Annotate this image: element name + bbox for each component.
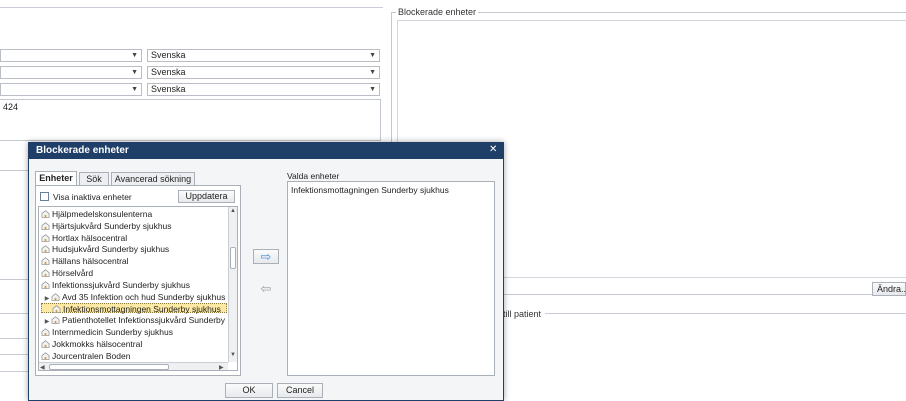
language-value: Svenska xyxy=(151,84,186,94)
blocked-units-dialog: Blockerade enheter ✕ Enheter Sök Avancer… xyxy=(28,142,504,401)
unit-icon xyxy=(51,292,60,301)
add-unit-button[interactable]: ⇨ xyxy=(253,249,279,264)
tab-enheter[interactable]: Enheter xyxy=(35,171,77,185)
patient-group-title: till patient xyxy=(501,309,544,319)
dialog-title: Blockerade enheter xyxy=(36,145,129,156)
chevron-down-icon: ▼ xyxy=(369,86,376,93)
patient-group-line-right xyxy=(545,313,906,314)
selected-units-label: Valda enheter xyxy=(287,171,340,181)
tree-item[interactable]: Internmedicin Sunderby sjukhus xyxy=(41,327,227,337)
arrow-right-icon: ⇨ xyxy=(260,249,272,264)
scroll-up-icon[interactable]: ▲ xyxy=(230,208,236,214)
tree-item-label: Internmedicin Sunderby sjukhus xyxy=(52,327,173,337)
expand-arrow-icon[interactable]: ▶ xyxy=(43,317,51,327)
unit-icon xyxy=(41,269,50,277)
scroll-left-icon[interactable]: ◀ xyxy=(40,364,45,370)
tree-item[interactable]: Hjälpmedelskonsulenterna xyxy=(41,209,227,219)
chevron-down-icon: ▼ xyxy=(131,69,138,76)
tree-item[interactable]: ▶ Avd 35 Infektion och hud Sunderby sjukh… xyxy=(41,292,229,302)
scroll-right-icon[interactable]: ▶ xyxy=(219,364,224,370)
tree-item-label: Avd 35 Infektion och hud Sunderby sjukhu… xyxy=(62,291,226,302)
tree-item-label: Hörselvård xyxy=(52,268,94,278)
tree-item-label: Jourcentralen Boden xyxy=(52,350,131,361)
left-combo-3[interactable]: ▼ xyxy=(0,83,142,96)
tree-item[interactable]: Jourcentralen Boden xyxy=(41,351,227,361)
language-combo-3[interactable]: Svenska ▼ xyxy=(147,83,380,96)
tree-item[interactable]: Infektionssjukvård Sunderby sjukhus xyxy=(41,280,227,290)
tree-item[interactable]: Hortlax hälsocentral xyxy=(41,233,227,243)
unit-icon xyxy=(51,316,60,325)
tree-item[interactable]: ▶ Patienthotellet Infektionssjukvård Sund… xyxy=(41,315,229,325)
refresh-button[interactable]: Uppdatera xyxy=(178,190,235,203)
language-combo-2[interactable]: Svenska ▼ xyxy=(147,66,380,79)
cancel-button[interactable]: Cancel xyxy=(277,383,323,398)
chevron-down-icon: ▼ xyxy=(131,52,138,59)
tree-item-label: Patienthotellet Infektionssjukvård Sunde… xyxy=(62,315,226,326)
left-combo-1[interactable]: ▼ xyxy=(0,49,142,62)
vertical-scroll-thumb[interactable] xyxy=(230,247,236,269)
selected-units-list[interactable]: Infektionsmottagningen Sunderby sjukhus xyxy=(287,181,495,376)
tree-item-label: Hudsjukvård Sunderby sjukhus xyxy=(52,244,170,255)
tree-item[interactable]: Infektionsmottagningen Sunderby sjukhus xyxy=(41,303,227,315)
tree-item[interactable]: Hällans hälsocentral xyxy=(41,256,227,266)
unit-icon xyxy=(41,257,50,266)
blocked-units-group-title: Blockerade enheter xyxy=(396,7,479,17)
tree-item-label: Infektionssjukvård Sunderby sjukhus xyxy=(52,279,190,290)
list-item[interactable]: Infektionsmottagningen Sunderby sjukhus xyxy=(291,185,449,195)
tree-item-label: Infektionsmottagningen Sunderby sjukhus xyxy=(63,304,221,315)
remove-unit-button[interactable]: ⇦ xyxy=(256,282,276,296)
tab-avancerad-sokning[interactable]: Avancerad sökning xyxy=(111,172,195,185)
tab-sok[interactable]: Sök xyxy=(79,172,109,185)
unit-icon xyxy=(41,281,50,289)
left-panel-top-border xyxy=(0,7,383,8)
arrow-left-icon: ⇦ xyxy=(260,281,272,296)
left-lower-line-1 xyxy=(0,313,30,314)
tree-item[interactable]: Hörselvård xyxy=(41,268,227,278)
chevron-down-icon: ▼ xyxy=(131,86,138,93)
unit-icon xyxy=(41,210,50,218)
left-lower-line-4 xyxy=(0,371,30,372)
unit-icon xyxy=(41,351,50,360)
horizontal-scroll-thumb[interactable] xyxy=(49,364,169,370)
tree-item[interactable]: Hjärtsjukvård Sunderby sjukhus xyxy=(41,221,227,231)
show-inactive-checkbox[interactable] xyxy=(40,192,49,201)
units-tree-items: Hjälpmedelskonsulenterna Hjärtsjukvård Su… xyxy=(41,209,229,363)
chevron-down-icon: ▼ xyxy=(369,52,376,59)
scroll-down-icon[interactable]: ▼ xyxy=(230,352,236,358)
left-lower-line-2 xyxy=(0,338,30,339)
units-tree[interactable]: Hjälpmedelskonsulenterna Hjärtsjukvård Su… xyxy=(38,206,238,371)
ok-button[interactable]: OK xyxy=(225,383,273,398)
unit-icon xyxy=(41,222,50,230)
left-lower-box xyxy=(0,170,30,280)
language-value: Svenska xyxy=(151,50,186,60)
expand-arrow-icon[interactable]: ▶ xyxy=(43,294,51,304)
chevron-down-icon: ▼ xyxy=(369,69,376,76)
tree-item-label: Jokkmokks hälsocentral xyxy=(52,338,143,349)
vertical-scrollbar[interactable]: ▲ ▼ xyxy=(228,207,237,362)
unit-icon xyxy=(52,305,61,314)
horizontal-scrollbar[interactable]: ◀ ▶ xyxy=(39,362,228,370)
show-inactive-label: Visa inaktiva enheter xyxy=(53,192,132,202)
tree-item-label: Hällans hälsocentral xyxy=(52,256,129,267)
tree-item-label: Hortlax hälsocentral xyxy=(52,232,128,243)
notes-text-area[interactable]: 424 xyxy=(0,99,381,141)
change-button[interactable]: Ändra... xyxy=(872,282,906,296)
tab-panel-enheter: Visa inaktiva enheter Uppdatera Hjälpmed… xyxy=(35,185,241,376)
language-combo-1[interactable]: Svenska ▼ xyxy=(147,49,380,62)
tree-item[interactable]: Jokkmokks hälsocentral xyxy=(41,339,227,349)
close-icon[interactable]: ✕ xyxy=(489,144,497,155)
unit-icon xyxy=(41,328,50,336)
tree-item-label: Hjälpmedelskonsulenterna xyxy=(52,209,153,219)
unit-icon xyxy=(41,340,50,348)
left-lower-line-3 xyxy=(0,354,30,355)
left-combo-2[interactable]: ▼ xyxy=(0,66,142,79)
tree-item[interactable]: Hudsjukvård Sunderby sjukhus xyxy=(41,244,227,254)
unit-icon xyxy=(41,233,50,242)
tree-item-label: Hjärtsjukvård Sunderby sjukhus xyxy=(52,220,172,231)
unit-icon xyxy=(41,245,50,254)
language-value: Svenska xyxy=(151,67,186,77)
